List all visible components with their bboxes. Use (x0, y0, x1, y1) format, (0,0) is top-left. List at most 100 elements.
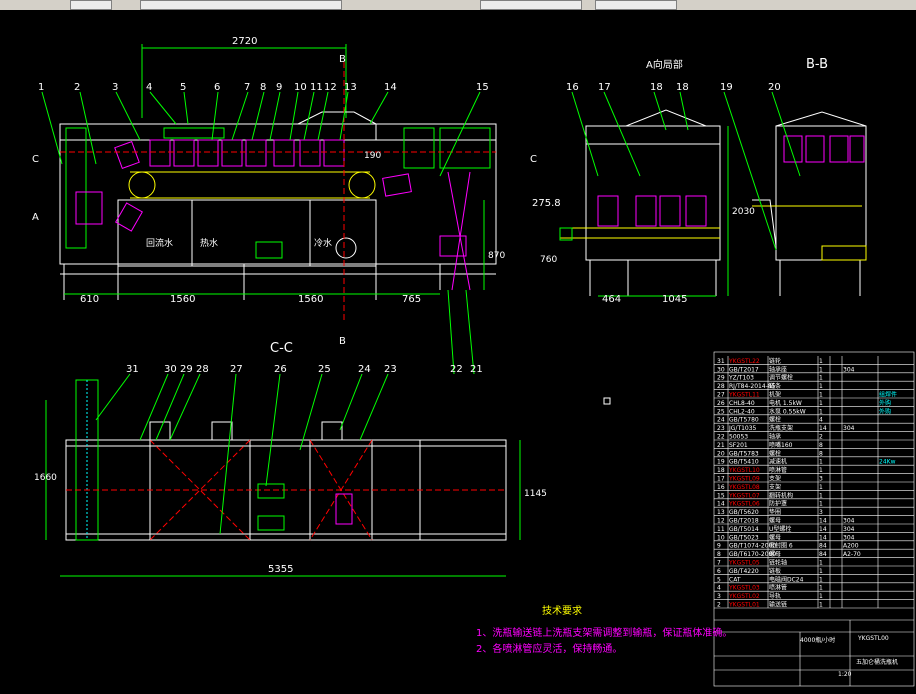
balloon-label: 13 (344, 82, 357, 93)
dim-610: 610 (80, 294, 99, 305)
dim-190: 190 (364, 151, 381, 161)
cad-drawing-canvas[interactable]: 31 YKGSTL22 链轮 130 GB/T2017 轴承座 1 30429 YZ/T103 调… (0, 10, 916, 694)
linetype-dropdown[interactable] (480, 0, 582, 10)
bom-cell: 链板 (769, 567, 781, 575)
bom-cell: GB/T5783 (729, 450, 759, 457)
balloon-label: 25 (318, 364, 331, 375)
lineweight-dropdown[interactable] (595, 0, 677, 10)
balloon-label: 7 (244, 82, 250, 93)
bom-cell: 4 (819, 417, 823, 424)
bom-cell: GB/T2018 (729, 518, 759, 525)
bom-cell: 1 (819, 501, 823, 508)
bom-cell: 84 (819, 543, 827, 550)
balloon-label: 17 (598, 82, 611, 93)
bom-cell: 3 (819, 476, 823, 483)
bom-cell: 轴承座 (769, 365, 787, 373)
bom-cell: 螺母 (769, 517, 781, 525)
bom-cell: 11 (717, 526, 725, 533)
bom-cell: 17 (717, 476, 725, 483)
bom-cell: YKGSTL07 (728, 492, 760, 499)
tech-note-1: 1、洗瓶输送链上洗瓶支架需调整到输瓶，保证瓶体准确。 (476, 628, 733, 639)
balloon-label: 3 (112, 82, 118, 93)
bom-cell: 电磁阀DC24 (769, 575, 804, 583)
balloon-label: 21 (470, 364, 483, 375)
bom-cell: 垫圈 (769, 508, 781, 516)
bom-cell: 输送链 (769, 601, 787, 609)
bom-cell: U型螺栓 (769, 525, 791, 533)
bom-cell: GB/T2017 (729, 366, 759, 373)
bom-cell: 螺母 (769, 550, 781, 558)
bom-cell: 1 (819, 375, 823, 382)
bom-cell: 导轨 (769, 592, 781, 600)
bom-cell: 14 (819, 526, 827, 533)
bom-cell: 8 (819, 450, 823, 457)
title-block-field: 五加仑桶洗瓶机 (856, 658, 898, 666)
dim-1145: 1145 (524, 489, 547, 499)
balloon-label: 16 (566, 82, 579, 93)
section-a-label: A (32, 212, 39, 223)
balloon-label: 8 (260, 82, 266, 93)
bom-cell: 304 (843, 534, 855, 541)
bom-cell: GB/T5780 (729, 417, 759, 424)
bom-cell: 23 (717, 425, 725, 432)
bom-cell: 1 (819, 492, 823, 499)
tech-note-2: 2、各喷淋管应灵活，保持畅通。 (476, 644, 623, 655)
tank-label-cold: 冷水 (314, 237, 332, 249)
bom-cell: 3 (717, 593, 721, 600)
bom-cell: CHL2-40 (729, 408, 755, 415)
bom-cell: YZ/T103 (728, 375, 754, 382)
bom-cell: 螺母 (769, 533, 781, 541)
bom-cell: 1 (819, 602, 823, 609)
bom-cell: 减速机 (769, 458, 787, 466)
bom-cell: YKGSTL01 (728, 602, 760, 609)
bom-cell: 1 (819, 467, 823, 474)
bom-cell: 洗瓶支架 (769, 424, 793, 432)
bom-cell: 26 (717, 400, 725, 407)
balloon-label: 6 (214, 82, 220, 93)
dim-760: 760 (540, 255, 557, 265)
bom-cell: 1 (819, 576, 823, 583)
balloon-label: 30 (164, 364, 177, 375)
bom-cell: 21 (717, 442, 725, 449)
balloon-label: 18 (650, 82, 663, 93)
bom-cell: YKGSTL06 (728, 501, 760, 508)
bom-cell: 链条 (769, 382, 781, 390)
section-c-label-left: C (32, 154, 39, 165)
bom-cell: 16 (717, 484, 725, 491)
bom-cell: 2 (717, 602, 721, 609)
title-block-field: 4000瓶/小时 (800, 636, 835, 644)
bom-cell: GB/T5023 (729, 534, 759, 541)
bom-cell: 24Kw (879, 459, 896, 466)
balloon-label: 20 (768, 82, 781, 93)
bom-cell: 10 (717, 534, 725, 541)
balloon-label: 19 (720, 82, 733, 93)
toolbar-buttons[interactable] (70, 0, 112, 10)
bom-cell: 12 (717, 518, 725, 525)
bom-cell: YKGSTL03 (728, 585, 760, 592)
dim-275-8: 275.8 (532, 198, 561, 209)
bom-cell: 1 (819, 585, 823, 592)
bom-cell: 支架 (769, 475, 781, 483)
bom-cell: 密封圈 6 (769, 542, 793, 550)
bom-cell: 14 (717, 501, 725, 508)
bom-cell: 8 (717, 551, 721, 558)
title-block-field: 1:20 (838, 671, 852, 678)
bom-cell: 6 (717, 568, 721, 575)
bom-cell: 1 (819, 408, 823, 415)
dim-1560-right: 1560 (298, 294, 323, 305)
balloon-label: 31 (126, 364, 139, 375)
bom-cell: 3 (819, 509, 823, 516)
bom-cell: 链轮轴 (769, 559, 787, 567)
balloon-label: 9 (276, 82, 282, 93)
balloon-label: 14 (384, 82, 397, 93)
bom-cell: 螺栓 (769, 416, 781, 424)
bom-cell: 1 (819, 568, 823, 575)
bom-cell: 50053 (729, 434, 748, 441)
title-block-field: YKGSTL00 (857, 635, 889, 642)
balloon-label: 27 (230, 364, 243, 375)
balloon-label: 26 (274, 364, 287, 375)
layer-dropdown[interactable] (140, 0, 342, 10)
balloon-label: 24 (358, 364, 371, 375)
bom-cell: 1 (819, 560, 823, 567)
balloon-label: 4 (146, 82, 152, 93)
